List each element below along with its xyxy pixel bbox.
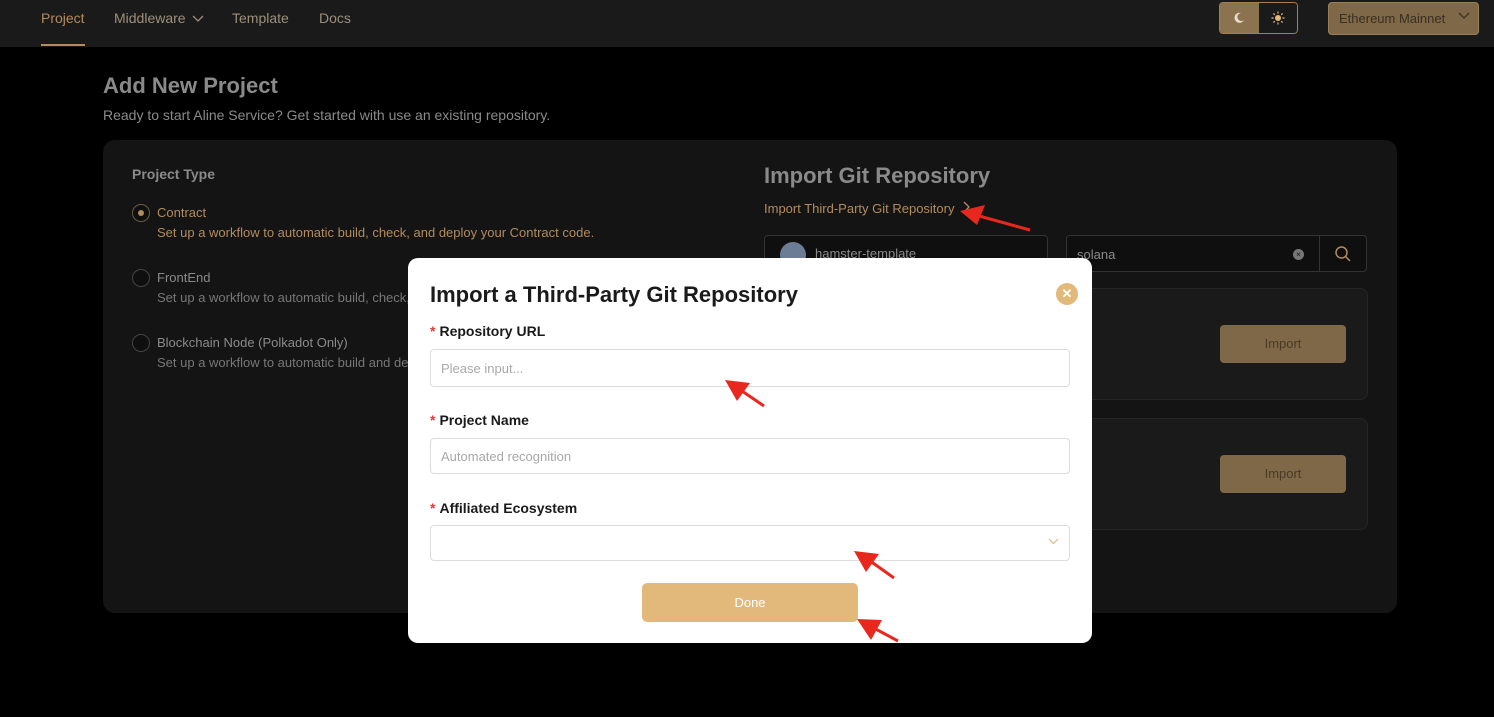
- affiliated-ecosystem-select[interactable]: [430, 525, 1070, 561]
- nav-active-underline: [41, 44, 85, 46]
- chevron-down-icon: [1458, 12, 1470, 19]
- import-button[interactable]: Import: [1220, 325, 1346, 363]
- network-select[interactable]: Ethereum Mainnet: [1328, 2, 1479, 35]
- top-nav: Project Middleware Template Docs Ethereu…: [0, 0, 1494, 47]
- import-third-party-link-label: Import Third-Party Git Repository: [764, 201, 955, 216]
- page-title: Add New Project: [103, 73, 278, 98]
- affiliated-ecosystem-label-text: Affiliated Ecosystem: [439, 500, 578, 516]
- import-button[interactable]: Import: [1220, 455, 1346, 493]
- search-button[interactable]: [1319, 235, 1367, 272]
- import-repo-modal: Import a Third-Party Git Repository ✕ * R…: [408, 258, 1092, 643]
- nav-item-template[interactable]: Template: [232, 10, 289, 26]
- repository-url-input[interactable]: Please input...: [430, 349, 1070, 387]
- option-label: Blockchain Node (Polkadot Only): [157, 335, 348, 350]
- search-icon: [1335, 245, 1351, 262]
- project-name-placeholder: Automated recognition: [441, 448, 572, 464]
- moon-icon: [1234, 12, 1245, 23]
- repo-search-input[interactable]: solana ×: [1066, 235, 1320, 272]
- repository-url-label: * Repository URL: [430, 323, 545, 339]
- required-marker: *: [430, 412, 436, 428]
- chevron-down-icon: [1048, 538, 1059, 545]
- network-select-value: Ethereum Mainnet: [1339, 11, 1446, 26]
- dark-mode-button[interactable]: [1220, 3, 1259, 33]
- page-subtitle: Ready to start Aline Service? Get starte…: [103, 107, 551, 123]
- option-label: Contract: [157, 205, 207, 220]
- close-icon[interactable]: ✕: [1056, 283, 1078, 305]
- theme-toggle[interactable]: [1219, 2, 1298, 34]
- project-name-input[interactable]: Automated recognition: [430, 438, 1070, 474]
- affiliated-ecosystem-label: * Affiliated Ecosystem: [430, 500, 577, 516]
- nav-item-docs[interactable]: Docs: [319, 10, 351, 26]
- project-type-title: Project Type: [132, 166, 215, 182]
- required-marker: *: [430, 323, 436, 339]
- clear-icon[interactable]: ×: [1293, 249, 1304, 260]
- project-name-label-text: Project Name: [439, 412, 529, 428]
- modal-title: Import a Third-Party Git Repository: [430, 282, 798, 307]
- option-label: FrontEnd: [157, 270, 211, 285]
- chevron-right-icon: [963, 201, 971, 213]
- option-description: Set up a workflow to automatic build and…: [157, 355, 416, 370]
- radio-button[interactable]: [132, 334, 150, 352]
- nav-item-middleware-label: Middleware: [114, 10, 186, 26]
- radio-button[interactable]: [132, 269, 150, 287]
- required-marker: *: [430, 500, 436, 516]
- nav-item-middleware[interactable]: Middleware: [114, 10, 204, 26]
- import-third-party-link[interactable]: Import Third-Party Git Repository: [764, 201, 971, 216]
- option-description: Set up a workflow to automatic build, ch…: [157, 225, 595, 240]
- nav-item-project[interactable]: Project: [41, 10, 85, 26]
- import-git-title: Import Git Repository: [764, 163, 991, 188]
- light-mode-button[interactable]: [1258, 3, 1297, 33]
- done-button[interactable]: Done: [642, 583, 858, 622]
- repository-url-placeholder: Please input...: [441, 360, 524, 376]
- option-description: Set up a workflow to automatic build, ch…: [157, 290, 421, 305]
- repository-url-label-text: Repository URL: [439, 323, 546, 339]
- project-name-label: * Project Name: [430, 412, 529, 428]
- sun-icon: [1271, 11, 1285, 25]
- chevron-down-icon: [193, 15, 204, 22]
- radio-button[interactable]: [132, 204, 150, 222]
